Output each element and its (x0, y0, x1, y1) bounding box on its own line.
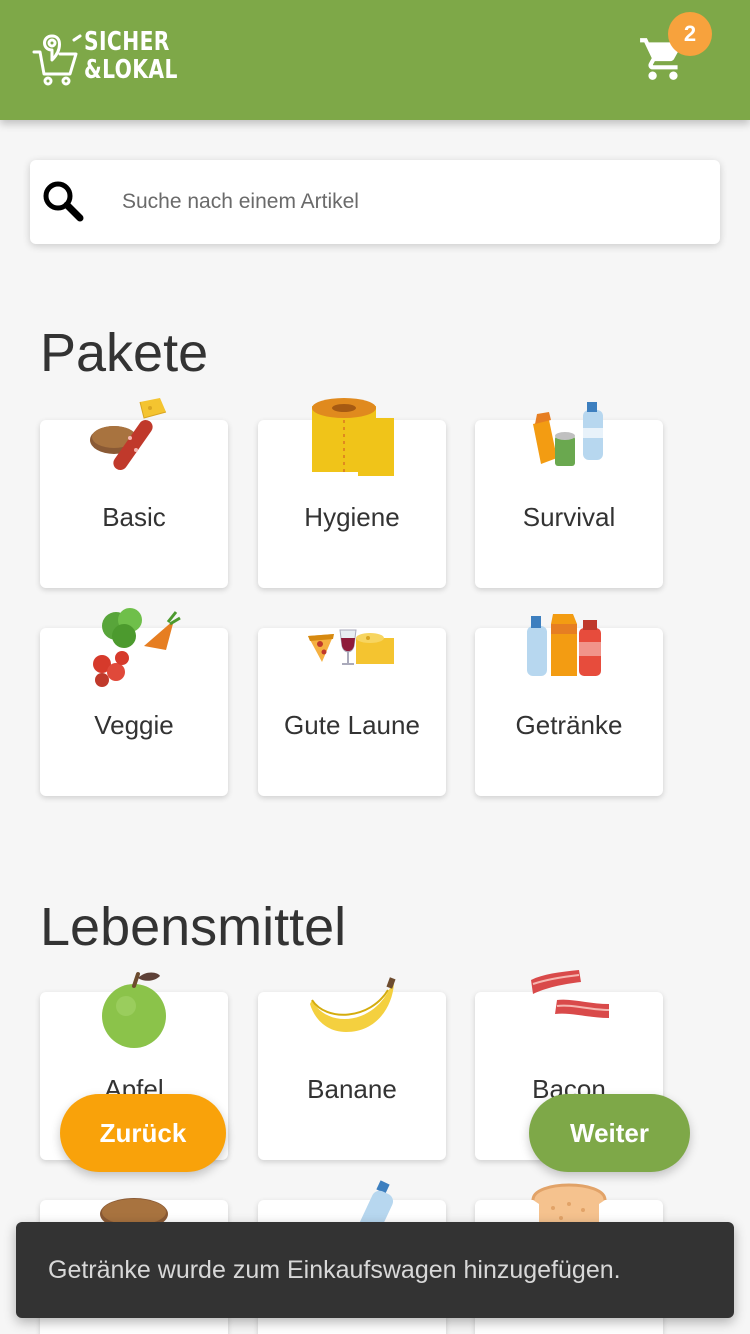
pizza-wine-cheese-icon (308, 629, 394, 665)
section-title-lebensmittel: Lebensmittel (40, 897, 347, 957)
apple-icon (102, 972, 166, 1048)
package-label: Survival (522, 502, 616, 532)
package-card-veggie[interactable]: Veggie (40, 608, 228, 796)
toilet-paper-icon (312, 398, 394, 476)
package-card-hygiene[interactable]: Hygiene (258, 398, 446, 588)
section-title-pakete: Pakete (40, 323, 209, 383)
app-bar: SICHER &LOKAL 2 (0, 0, 750, 120)
package-label: Veggie (94, 710, 174, 740)
product-label: Banane (307, 1074, 397, 1104)
package-label: Hygiene (304, 502, 400, 532)
package-card-gute-laune[interactable]: Gute Laune (258, 628, 446, 796)
logo-line-2: &LOKAL (84, 55, 178, 85)
bread-cheese-salami-icon (90, 398, 167, 471)
search-box[interactable] (30, 160, 720, 244)
banana-icon (310, 977, 396, 1032)
logo[interactable]: SICHER &LOKAL (30, 28, 190, 90)
logo-text: SICHER &LOKAL (84, 28, 178, 84)
drinks-icon (527, 614, 601, 676)
snackbar-message: Getränke wurde zum Einkaufswagen hinzuge… (16, 1222, 734, 1318)
package-card-survival[interactable]: Survival (475, 402, 663, 588)
search-icon (43, 181, 84, 222)
cart-count-badge: 2 (668, 12, 712, 56)
next-button[interactable]: Weiter (529, 1094, 690, 1172)
package-label: Getränke (515, 710, 623, 740)
vegetables-icon (93, 608, 181, 687)
juice-can-water-icon (533, 402, 603, 466)
search-input[interactable] (122, 180, 712, 224)
package-card-basic[interactable]: Basic (40, 398, 228, 588)
bacon-icon (531, 970, 610, 1018)
package-label: Gute Laune (284, 710, 420, 740)
product-card-banane[interactable]: Banane (258, 977, 446, 1160)
logo-line-1: SICHER (84, 27, 170, 57)
back-button[interactable]: Zurück (60, 1094, 226, 1172)
package-card-getraenke[interactable]: Getränke (475, 614, 663, 796)
package-label: Basic (102, 502, 166, 532)
map-pin-cart-icon (32, 34, 82, 86)
